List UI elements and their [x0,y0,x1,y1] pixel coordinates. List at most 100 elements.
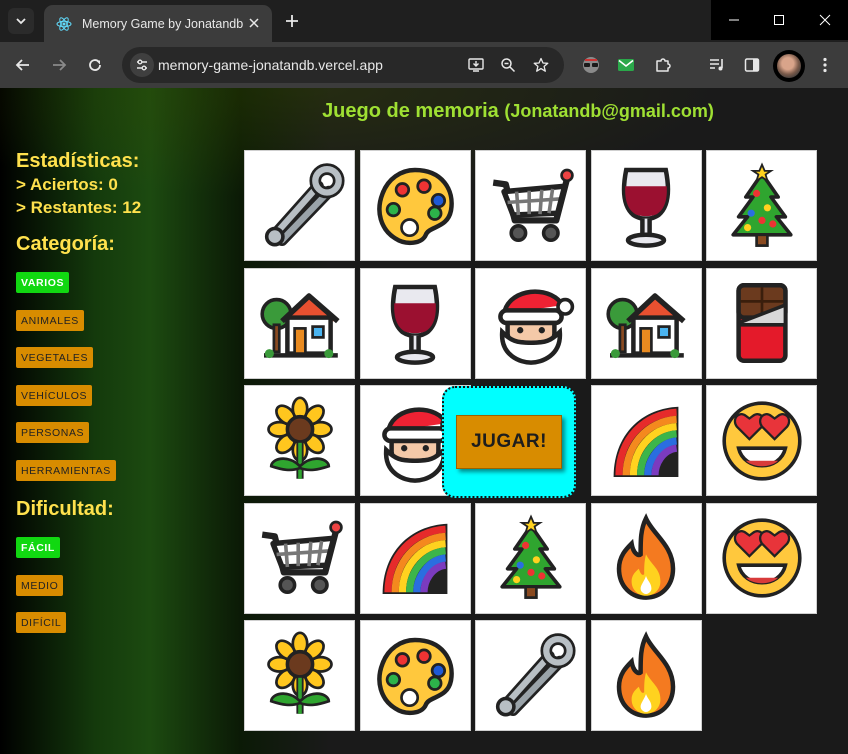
memory-card[interactable] [590,502,702,614]
mail-icon [618,59,634,71]
safety-pin-icon [255,161,345,251]
site-info-button[interactable] [130,53,154,77]
memory-card[interactable] [590,620,702,731]
maximize-button[interactable] [756,0,802,40]
sunflower-icon [255,395,345,486]
category-varios-button[interactable]: VARIOS [16,272,70,293]
forward-button[interactable] [47,53,71,77]
extensions-button[interactable] [652,54,674,76]
difficulty-heading: Dificultad: [16,498,114,520]
house-icon [255,278,345,368]
wine-icon [601,161,691,251]
browser-toolbar: memory-game-jonatandb.vercel.app [0,42,848,88]
heart-eyes-icon [717,513,807,603]
side-panel-button[interactable] [741,54,763,76]
page-title: Juego de memoria (Jonatandb@gmail.com) [0,100,848,123]
difficulty-facil-button[interactable]: FÁCIL [16,537,60,558]
memory-card[interactable] [706,385,817,496]
browser-menu-button[interactable] [814,54,836,76]
minimize-button[interactable] [711,0,757,40]
install-app-button[interactable] [466,55,486,75]
memory-card[interactable] [590,267,702,379]
memory-card[interactable] [359,267,471,379]
more-vertical-icon [823,57,827,73]
back-button[interactable] [11,53,35,77]
memory-card[interactable] [244,267,355,379]
browser-tab[interactable]: Memory Game by Jonatandb [44,5,272,42]
avatar [777,54,801,78]
spy-glasses-icon [583,57,599,73]
category-animales-button[interactable]: ANIMALES [16,310,84,331]
category-personas-button[interactable]: PERSONAS [16,422,90,443]
maximize-icon [774,15,784,25]
memory-card[interactable] [475,620,586,731]
stat-hits: > Aciertos: 0 [16,175,118,194]
minimize-icon [729,19,739,21]
category-herramientas-button[interactable]: HERRAMIENTAS [16,460,116,481]
window-close-button[interactable] [802,0,848,40]
zoom-button[interactable] [498,55,518,75]
safety-pin-icon [486,631,576,721]
memory-card[interactable] [706,502,817,614]
category-vegetales-button[interactable]: VEGETALES [16,347,94,368]
address-bar[interactable]: memory-game-jonatandb.vercel.app [122,47,564,83]
close-icon [249,18,259,28]
house-icon [601,278,691,368]
fire-icon [601,513,691,603]
difficulty-dificil-button[interactable]: DIFÍCIL [16,612,67,633]
new-tab-button[interactable] [282,11,302,31]
tab-title: Memory Game by Jonatandb [82,16,244,31]
extension-mail-button[interactable] [615,54,637,76]
chevron-down-icon [16,18,26,25]
category-vehiculos-button[interactable]: VEHÍCULOS [16,385,93,406]
memory-card[interactable] [244,385,355,496]
browser-titlebar: Memory Game by Jonatandb [0,0,848,42]
rainbow-icon [370,513,460,603]
play-overlay: JUGAR! [442,386,576,498]
extension-spy-button[interactable] [580,54,602,76]
memory-card[interactable] [706,267,817,379]
palette-icon [370,631,460,721]
reload-button[interactable] [83,53,107,77]
santa-icon [486,278,576,368]
sunflower-icon [255,630,345,721]
page-content: Juego de memoria (Jonatandb@gmail.com) E… [0,88,848,754]
tune-icon [137,59,147,71]
bookmark-button[interactable] [531,55,551,75]
memory-card[interactable] [590,150,702,261]
memory-card[interactable] [706,150,817,261]
memory-card[interactable] [244,620,355,731]
memory-card[interactable] [475,150,586,261]
memory-card[interactable] [590,385,702,496]
difficulty-medio-button[interactable]: MEDIO [16,575,64,596]
plus-icon [286,15,298,27]
install-icon [468,58,484,72]
side-panel-icon [744,58,760,72]
memory-card[interactable] [244,502,355,614]
star-icon [533,57,549,72]
queue-music-icon [710,59,723,71]
cart-icon [255,513,345,603]
cart-icon [486,161,576,251]
memory-card[interactable] [475,502,586,614]
memory-card[interactable] [359,620,471,731]
tab-search-button[interactable] [8,8,34,34]
play-button[interactable]: JUGAR! [456,415,562,469]
arrow-left-icon [15,59,29,71]
tree-icon [486,513,576,603]
rainbow-icon [601,396,691,486]
stat-remaining: > Restantes: 12 [16,198,142,217]
heart-eyes-icon [717,396,807,486]
memory-card[interactable] [475,267,586,379]
tab-close-button[interactable] [246,15,262,31]
palette-icon [370,161,460,251]
fire-icon [601,630,691,721]
memory-card[interactable] [244,150,355,261]
page-title-email: (Jonatandb@gmail.com) [504,101,714,121]
profile-avatar[interactable] [773,50,805,82]
page-title-text: Juego de memoria [322,100,499,122]
close-icon [819,14,831,26]
memory-card[interactable] [359,150,471,261]
media-controls-button[interactable] [706,54,728,76]
memory-card[interactable] [359,502,471,614]
